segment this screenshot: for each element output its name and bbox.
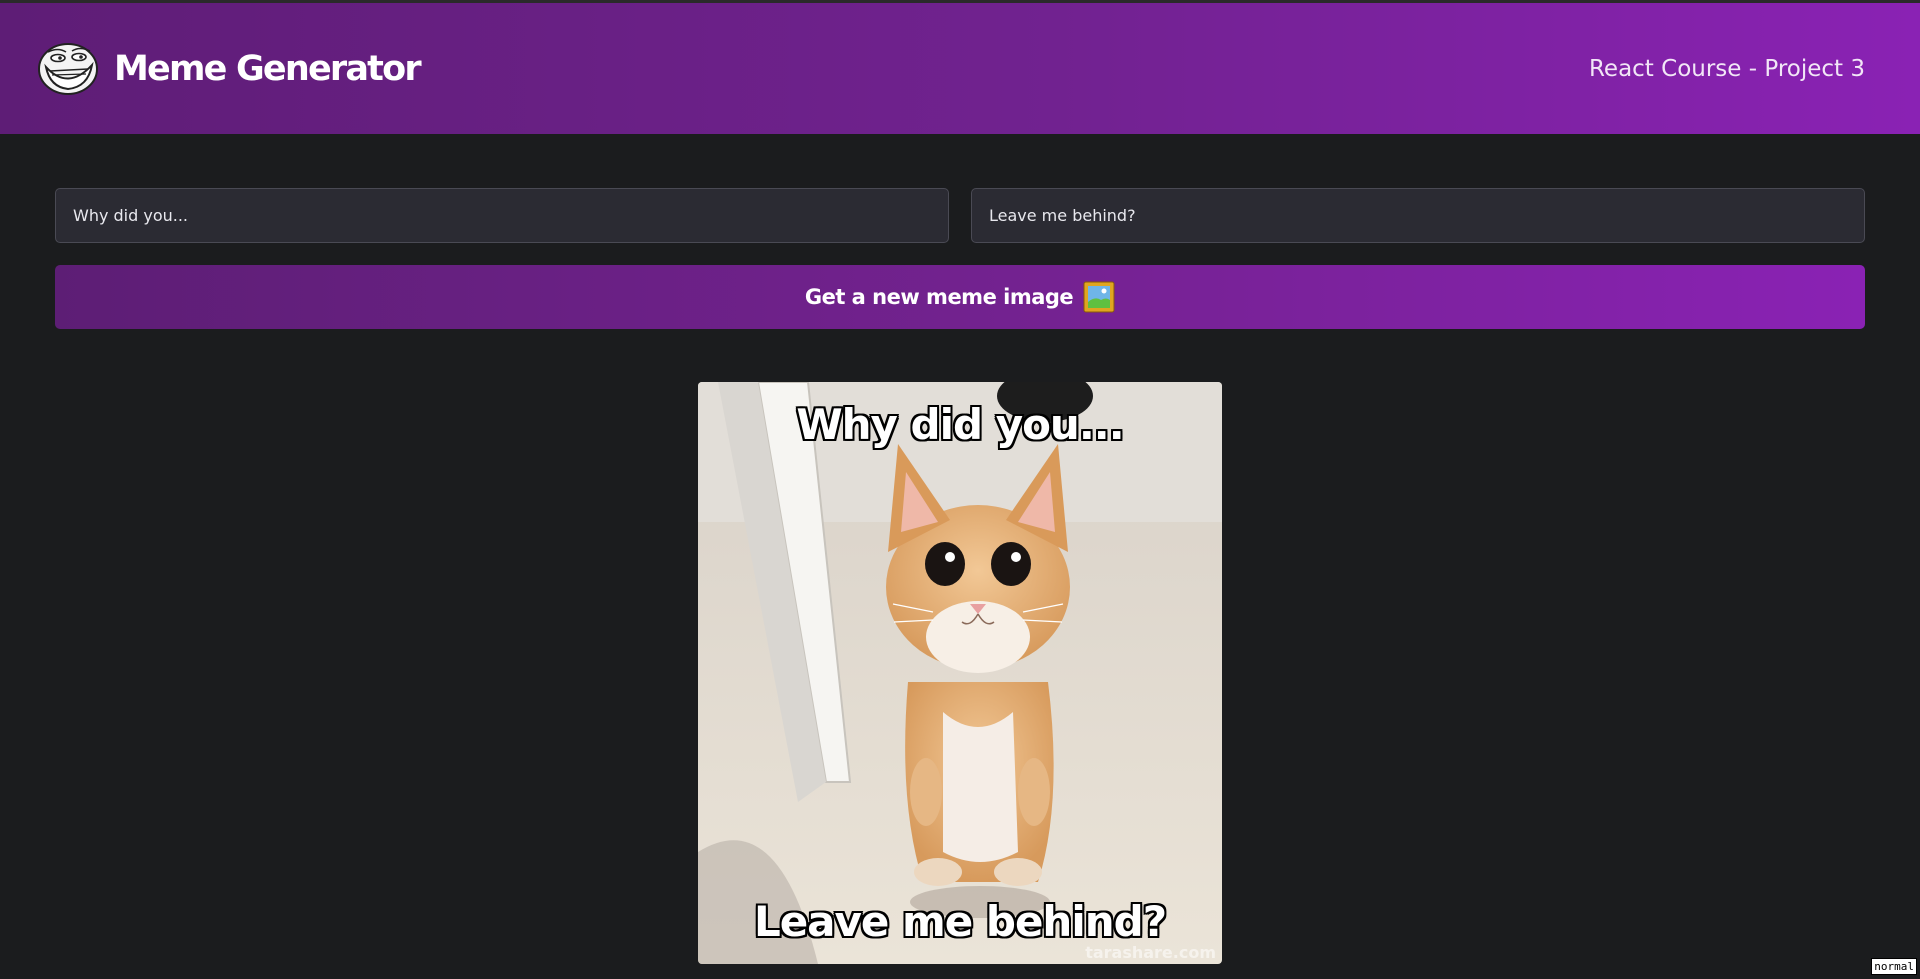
meme-image (698, 382, 1222, 964)
framed-picture-icon (1083, 281, 1115, 313)
get-new-image-label: Get a new meme image (804, 285, 1074, 309)
troll-face-icon (38, 42, 98, 95)
course-label: React Course - Project 3 (1588, 55, 1865, 82)
meme-preview: Why did you... Leave me behind? tarashar… (698, 382, 1222, 964)
bottom-text-input[interactable] (971, 188, 1865, 243)
brand: Meme Generator (38, 41, 422, 97)
app-header: Meme Generator React Course - Project 3 (0, 3, 1920, 134)
text-inputs (55, 188, 1865, 243)
image-watermark: tarashare.com (1085, 943, 1216, 962)
get-new-image-button[interactable]: Get a new meme image (55, 265, 1865, 329)
meme-top-text: Why did you... (796, 400, 1124, 449)
meme-form: Get a new meme image (55, 188, 1865, 329)
app-title: Meme Generator (114, 48, 422, 89)
top-text-input[interactable] (55, 188, 949, 243)
mode-badge: normal (1871, 958, 1917, 975)
meme-bottom-text: Leave me behind? (753, 897, 1167, 946)
